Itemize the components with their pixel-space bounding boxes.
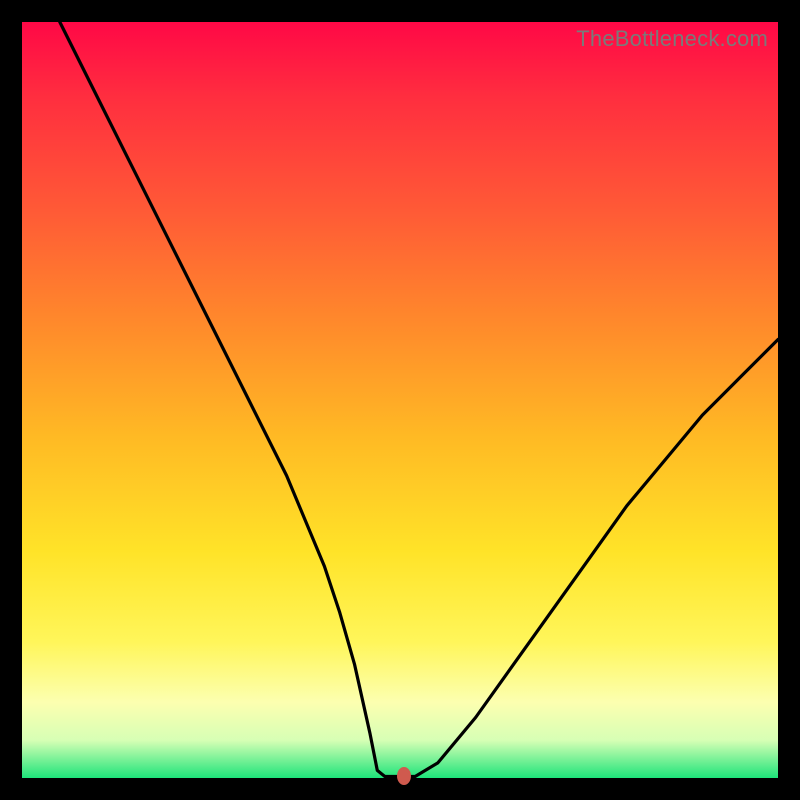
optimal-point-marker: [397, 767, 411, 785]
chart-frame: TheBottleneck.com: [0, 0, 800, 800]
plot-area: TheBottleneck.com: [22, 22, 778, 778]
bottleneck-curve: [22, 22, 778, 778]
